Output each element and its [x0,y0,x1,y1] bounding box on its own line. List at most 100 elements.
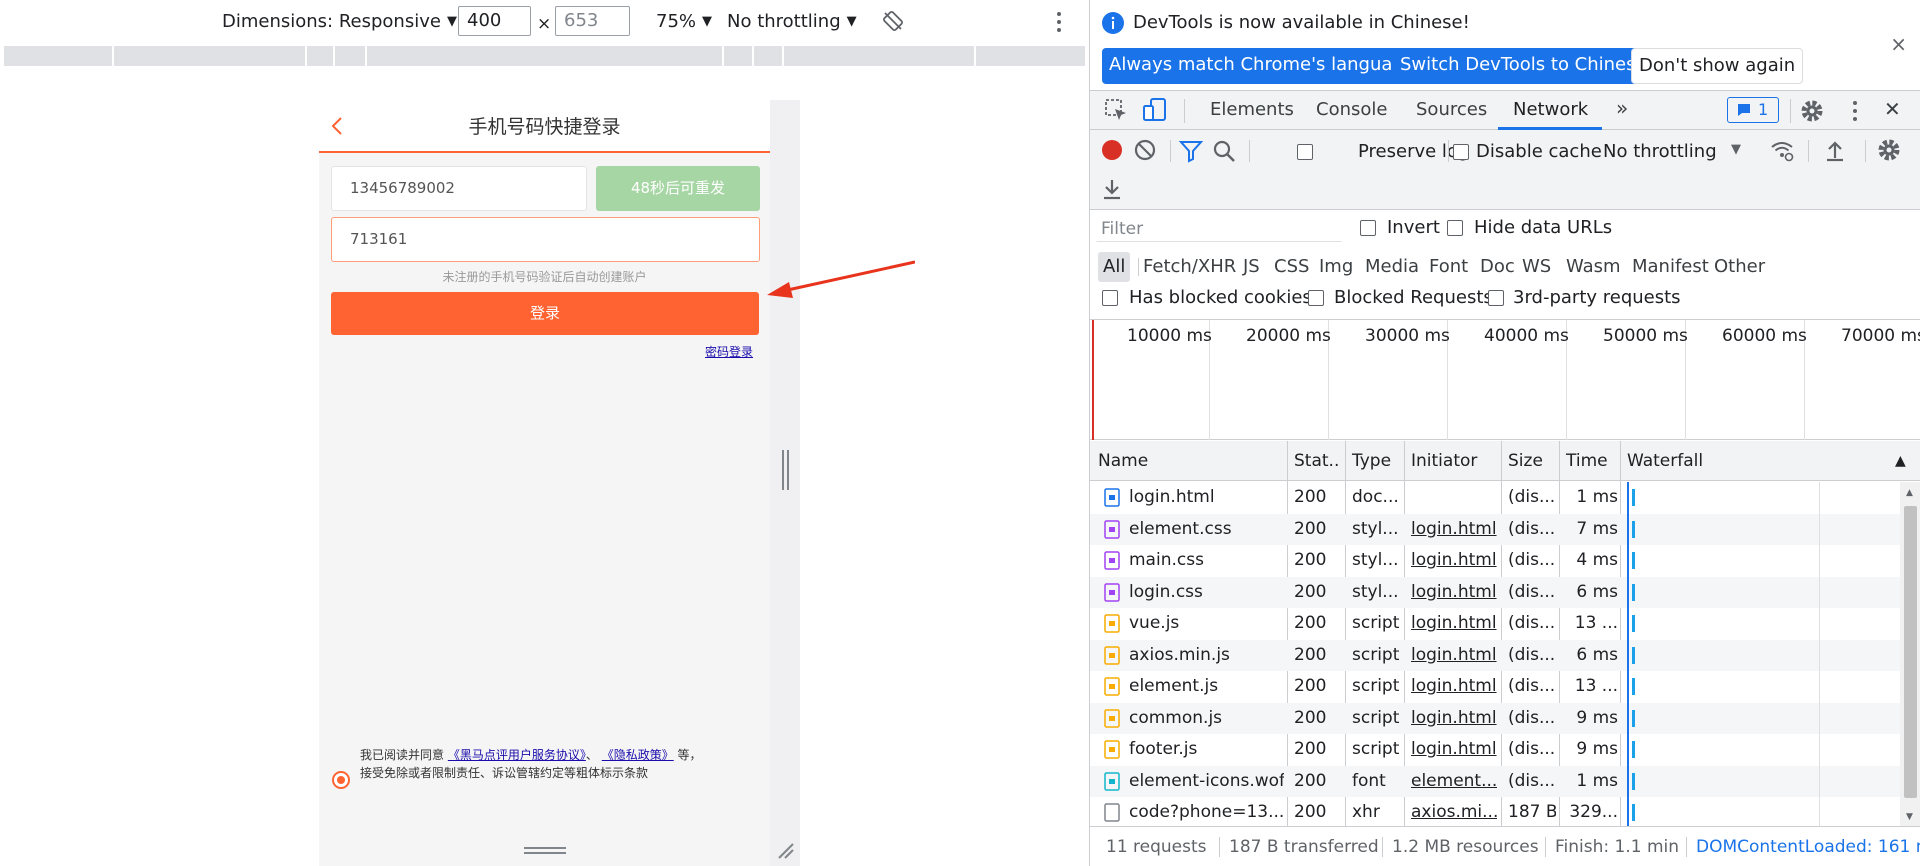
type-filter-other[interactable]: Other [1714,252,1765,282]
filter-input[interactable]: Filter [1096,214,1342,242]
sort-ascending-icon[interactable]: ▲ [1895,453,1906,469]
close-devtools-icon[interactable]: ✕ [1884,97,1901,121]
tab-sources[interactable]: Sources [1416,99,1487,120]
cell-initiator[interactable]: login.html [1411,519,1497,539]
preserve-log-checkbox[interactable] [1297,144,1313,160]
column-status[interactable]: Stat.. [1294,451,1339,471]
infobar-close-icon[interactable]: × [1890,32,1907,56]
column-size[interactable]: Size [1508,451,1543,471]
issues-badge[interactable]: 1 [1727,97,1779,123]
cell-initiator[interactable]: login.html [1411,613,1497,633]
network-throttling-dropdown[interactable]: No throttling [1603,141,1717,162]
column-time[interactable]: Time [1566,451,1608,471]
network-conditions-icon[interactable] [1769,137,1795,163]
privacy-policy-link[interactable]: 《隐私政策》 [602,748,674,762]
more-tabs-icon[interactable]: » [1616,96,1628,120]
password-login-link[interactable]: 密码登录 [705,343,753,360]
table-row[interactable]: footer.js 200 script login.html (dis... 9 ms [1090,734,1900,766]
cell-initiator[interactable]: login.html [1411,582,1497,602]
table-row[interactable]: element-icons.woff 200 font element.... (dis… [1090,765,1900,797]
clear-icon[interactable] [1132,137,1158,163]
type-filter-css[interactable]: CSS [1274,252,1309,282]
tab-elements[interactable]: Elements [1210,99,1294,120]
hide-data-urls-checkbox[interactable] [1447,220,1463,236]
network-overview-timeline[interactable]: 10000 ms 20000 ms 30000 ms 40000 ms 5000… [1090,320,1920,440]
scroll-down-icon[interactable]: ▼ [1906,812,1913,822]
match-language-button[interactable]: Always match Chrome's language [1102,48,1422,84]
dimensions-dropdown[interactable]: Dimensions: Responsive ▼ [222,10,457,34]
switch-chinese-button[interactable]: Switch DevTools to Chinese [1393,48,1654,84]
type-filter-manifest[interactable]: Manifest [1632,252,1709,282]
type-filter-doc[interactable]: Doc [1480,252,1515,282]
disable-cache-checkbox[interactable] [1453,144,1469,160]
cell-initiator[interactable]: login.html [1411,676,1497,696]
table-row[interactable]: code?phone=13... 200 xhr axios.mi... 187 B 32… [1090,797,1900,826]
cell-initiator[interactable]: login.html [1411,708,1497,728]
waterfall-bar [1632,646,1635,664]
cell-initiator[interactable]: login.html [1411,550,1497,570]
agreement-radio[interactable] [331,770,351,790]
phone-input[interactable]: 13456789002 [331,166,587,211]
table-row[interactable]: login.html 200 doc... (dis... 1 ms [1090,482,1900,514]
search-icon[interactable] [1211,138,1237,164]
width-input[interactable]: 400 [458,6,531,36]
import-har-icon[interactable] [1822,138,1848,164]
type-filter-ws[interactable]: WS [1522,252,1551,282]
user-agreement-link[interactable]: 《黑马点评用户服务协议》 [448,748,586,762]
type-filter-font[interactable]: Font [1429,252,1468,282]
more-options-icon[interactable] [1055,10,1063,34]
scrollbar-thumb[interactable] [1904,506,1917,798]
height-input[interactable]: 653 [555,6,630,36]
corner-resize-handle[interactable] [775,840,795,860]
cell-initiator[interactable]: login.html [1411,739,1497,759]
table-row[interactable]: login.css 200 styl... login.html (dis... 6 ms [1090,576,1900,608]
zoom-dropdown[interactable]: 75% ▼ [656,10,712,34]
device-toolbar-icon[interactable] [1142,97,1168,123]
type-filter-js[interactable]: JS [1243,252,1260,282]
third-party-checkbox[interactable] [1488,290,1504,306]
dont-show-again-button[interactable]: Don't show again [1631,48,1804,84]
scroll-up-icon[interactable]: ▲ [1906,488,1913,498]
type-filter-all[interactable]: All [1098,252,1131,282]
table-row[interactable]: vue.js 200 script login.html (dis... 13 ... [1090,608,1900,640]
request-list-scrollbar[interactable]: ▲ ▼ [1900,482,1920,826]
table-row[interactable]: common.js 200 script login.html (dis... 9 ms [1090,702,1900,734]
inspect-element-icon[interactable] [1103,97,1129,123]
customize-menu-icon[interactable] [1842,98,1868,124]
network-settings-gear-icon[interactable] [1876,137,1902,163]
bottom-resize-handle[interactable] [524,846,566,856]
media-query-ruler[interactable] [4,46,1085,66]
rotate-icon[interactable] [882,10,904,32]
cell-initiator[interactable]: element.... [1411,771,1497,791]
throttling-dropdown[interactable]: No throttling ▼ [727,10,857,34]
table-row[interactable]: axios.min.js 200 script login.html (dis... 6 … [1090,639,1900,671]
throttling-caret-icon[interactable]: ▼ [1731,142,1741,157]
type-filter-media[interactable]: Media [1365,252,1419,282]
filter-funnel-icon[interactable] [1178,138,1204,164]
column-type[interactable]: Type [1352,451,1391,471]
invert-checkbox[interactable] [1360,220,1376,236]
record-icon[interactable] [1099,137,1125,163]
type-filter-img[interactable]: Img [1319,252,1353,282]
column-initiator[interactable]: Initiator [1411,451,1477,471]
blocked-requests-checkbox[interactable] [1308,290,1324,306]
right-resize-handle[interactable] [780,450,790,490]
verification-code-input[interactable]: 713161 [331,217,760,262]
column-waterfall[interactable]: Waterfall [1627,451,1703,471]
type-filter-wasm[interactable]: Wasm [1566,252,1621,282]
tab-console[interactable]: Console [1316,99,1387,120]
file-js-icon [1104,708,1120,728]
cell-initiator[interactable]: login.html [1411,645,1497,665]
table-row[interactable]: element.css 200 styl... login.html (dis... 7 … [1090,513,1900,545]
export-har-icon[interactable] [1099,176,1125,202]
type-filter-fetch-xhr[interactable]: Fetch/XHR [1143,252,1236,282]
table-row[interactable]: main.css 200 styl... login.html (dis... 4 ms [1090,545,1900,577]
blocked-cookies-checkbox[interactable] [1102,290,1118,306]
settings-gear-icon[interactable] [1799,98,1825,124]
table-row[interactable]: element.js 200 script login.html (dis... 13 .… [1090,671,1900,703]
resend-code-button[interactable]: 48秒后可重发 [596,166,760,211]
cell-initiator[interactable]: axios.mi... [1411,802,1497,822]
column-name[interactable]: Name [1098,451,1148,471]
tab-network[interactable]: Network [1513,99,1588,120]
login-button[interactable]: 登录 [331,292,759,335]
